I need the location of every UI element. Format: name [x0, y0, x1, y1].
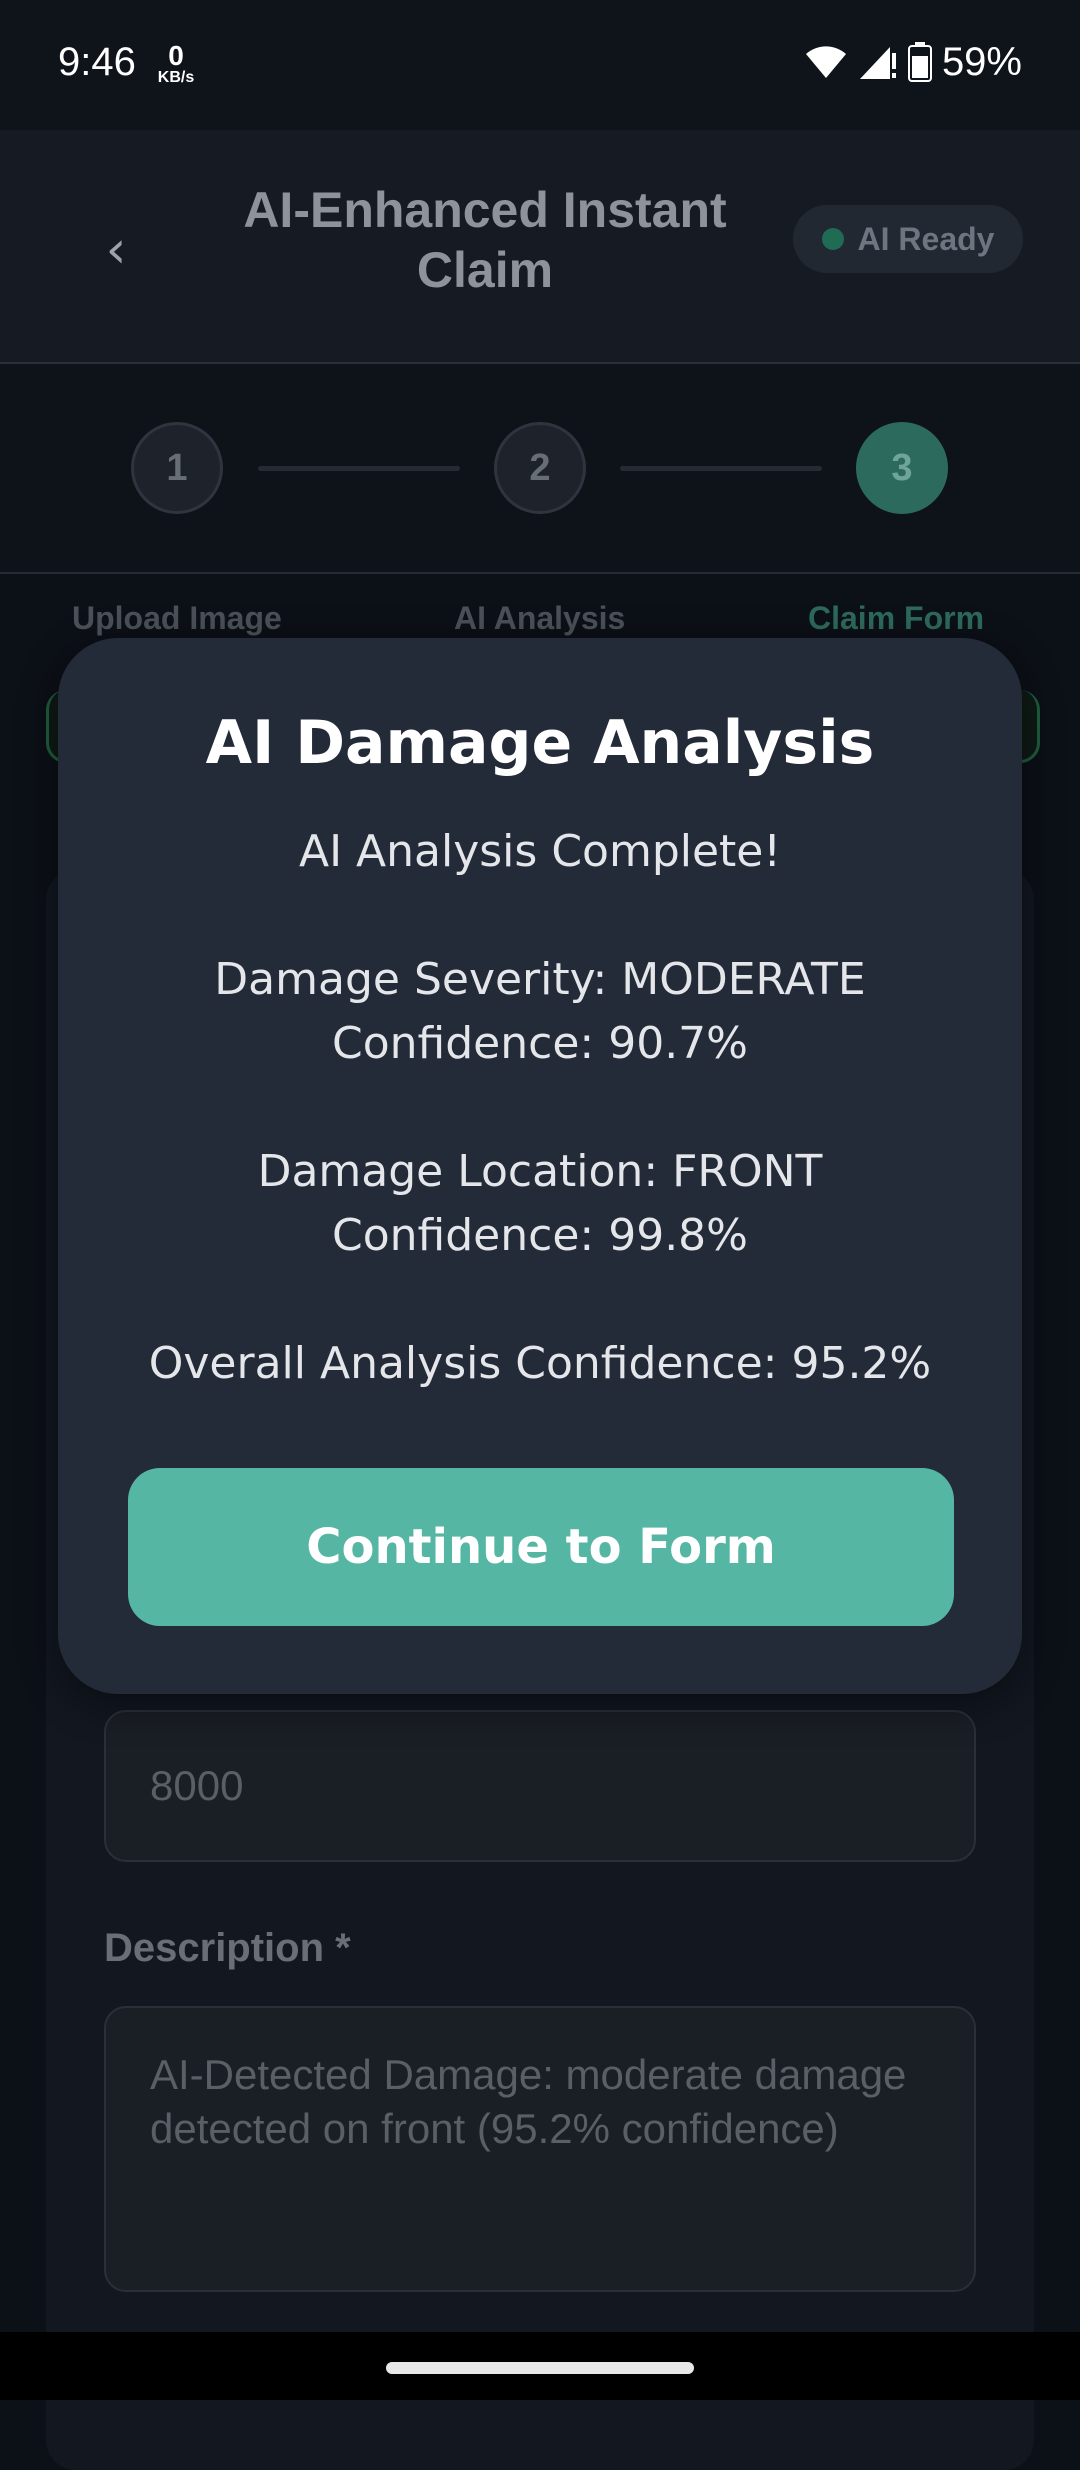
severity-confidence-text: Confidence: 90.7%	[332, 1018, 748, 1069]
home-gesture-handle[interactable]	[386, 2362, 694, 2374]
system-nav-bar	[0, 2332, 1080, 2400]
overall-confidence-text: Overall Analysis Confidence: 95.2%	[148, 1338, 932, 1389]
ai-analysis-modal: AI Damage Analysis AI Analysis Complete!…	[58, 638, 1022, 1694]
location-confidence-text: Confidence: 99.8%	[332, 1210, 748, 1261]
modal-title: AI Damage Analysis	[205, 708, 875, 778]
severity-text: Damage Severity: MODERATE	[214, 954, 866, 1005]
continue-to-form-button[interactable]: Continue to Form	[128, 1468, 954, 1626]
location-text: Damage Location: FRONT	[257, 1146, 823, 1197]
analysis-complete-text: AI Analysis Complete!	[298, 826, 782, 877]
